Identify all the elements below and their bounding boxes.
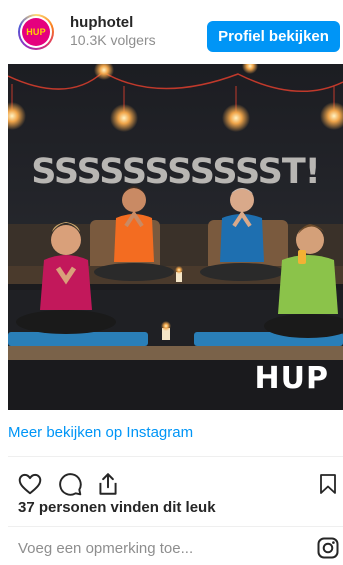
post-image[interactable]: SSSSSSSSSSST! HUP xyxy=(8,64,343,410)
share-icon xyxy=(99,473,117,495)
instagram-embed-card: HUP huphotel 10.3K volgers Profiel bekij… xyxy=(0,0,343,564)
share-button[interactable] xyxy=(94,470,122,498)
wall-slogan: SSSSSSSSSSST! xyxy=(31,152,320,192)
avatar[interactable]: HUP xyxy=(18,14,54,50)
avatar-logo: HUP xyxy=(22,18,50,46)
divider xyxy=(8,526,343,527)
instagram-logo-icon xyxy=(317,537,339,559)
instagram-icon[interactable] xyxy=(316,536,340,560)
view-profile-button[interactable]: Profiel bekijken xyxy=(207,21,340,52)
comment-icon xyxy=(59,473,82,496)
yoga-photo-illustration xyxy=(8,64,343,410)
divider xyxy=(8,456,343,457)
bookmark-icon xyxy=(320,474,336,494)
comment-button[interactable] xyxy=(56,470,84,498)
view-more-on-instagram-link[interactable]: Meer bekijken op Instagram xyxy=(8,424,193,441)
comment-input[interactable]: Voeg een opmerking toe... xyxy=(18,540,193,557)
follower-count: 10.3K volgers xyxy=(70,32,156,48)
post-header: HUP huphotel 10.3K volgers Profiel bekij… xyxy=(0,0,343,64)
heart-icon xyxy=(18,473,42,495)
like-count: 37 personen vinden dit leuk xyxy=(18,499,216,516)
save-button[interactable] xyxy=(314,470,342,498)
like-button[interactable] xyxy=(16,470,44,498)
hup-logo: HUP xyxy=(254,361,329,396)
username[interactable]: huphotel xyxy=(70,14,133,31)
